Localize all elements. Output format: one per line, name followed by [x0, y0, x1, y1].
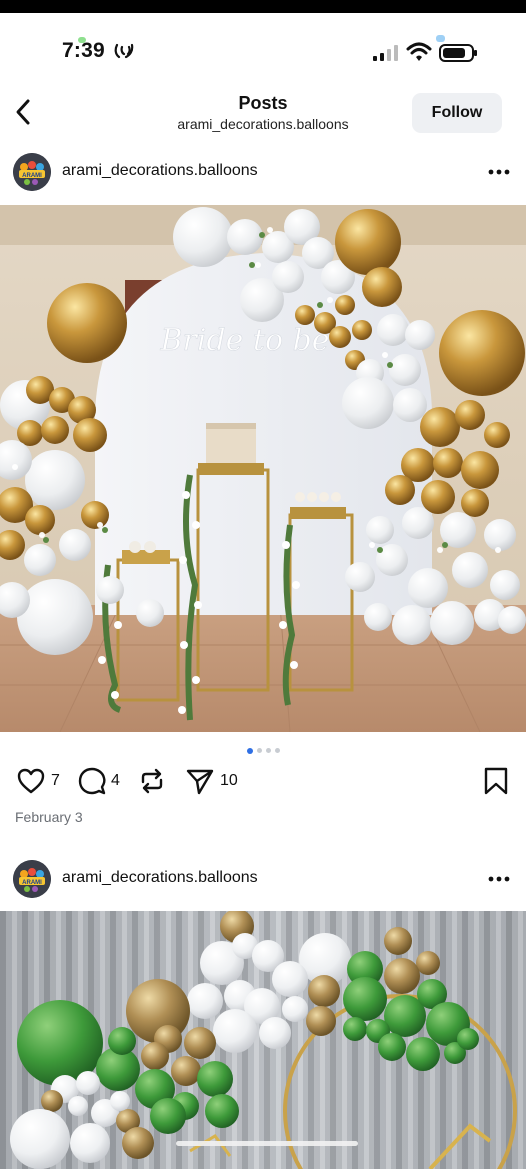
carousel-dot-2	[256, 748, 262, 754]
post-date: February 3	[15, 809, 83, 825]
post-image[interactable]	[0, 911, 526, 1169]
post-image[interactable]: Bride to be	[0, 205, 526, 732]
heart-icon[interactable]	[16, 766, 46, 796]
post-username[interactable]: arami_decorations.balloons	[62, 162, 258, 180]
comments-count[interactable]: 4	[111, 772, 120, 790]
avatar[interactable]: ARAMI	[13, 860, 51, 898]
post-header: ARAMI arami_decorations.balloons	[0, 142, 526, 202]
wifi-icon	[406, 42, 432, 61]
post-username[interactable]: arami_decorations.balloons	[62, 869, 258, 887]
top-black-strip	[0, 0, 526, 13]
comment-icon[interactable]	[77, 766, 107, 796]
home-indicator[interactable]	[176, 1141, 358, 1146]
carousel-dot-1	[246, 747, 253, 754]
avatar[interactable]: ARAMI	[13, 153, 51, 191]
more-icon[interactable]	[486, 162, 512, 182]
status-time: 7:39	[62, 39, 105, 62]
send-icon[interactable]	[185, 766, 215, 796]
more-icon[interactable]	[486, 869, 512, 889]
green-balloon-photo	[0, 911, 526, 1169]
hotspot-icon	[114, 43, 134, 59]
posts-nav-bar: Posts arami_decorations.balloons Follow	[0, 83, 526, 143]
signal-icon	[373, 45, 398, 61]
balloon-arch-photo: Bride to be	[0, 205, 526, 732]
carousel-dot-4	[274, 748, 280, 754]
status-bar: 7:39	[0, 13, 526, 83]
bookmark-icon[interactable]	[481, 766, 511, 796]
avatar-logo-text: ARAMI	[22, 173, 42, 179]
shares-count[interactable]: 10	[220, 772, 238, 790]
repost-icon[interactable]	[137, 766, 167, 796]
likes-count[interactable]: 7	[51, 772, 60, 790]
battery-icon	[439, 44, 477, 62]
carousel-indicator	[0, 742, 526, 754]
carousel-dot-3	[265, 748, 271, 754]
avatar-logo-text: ARAMI	[22, 880, 42, 886]
camera-indicator	[436, 35, 445, 42]
neon-sign-text: Bride to be	[159, 323, 329, 358]
post-header: ARAMI arami_decorations.balloons	[0, 849, 526, 909]
post-actions: 7 4 10	[0, 762, 526, 800]
follow-button[interactable]: Follow	[412, 93, 502, 133]
